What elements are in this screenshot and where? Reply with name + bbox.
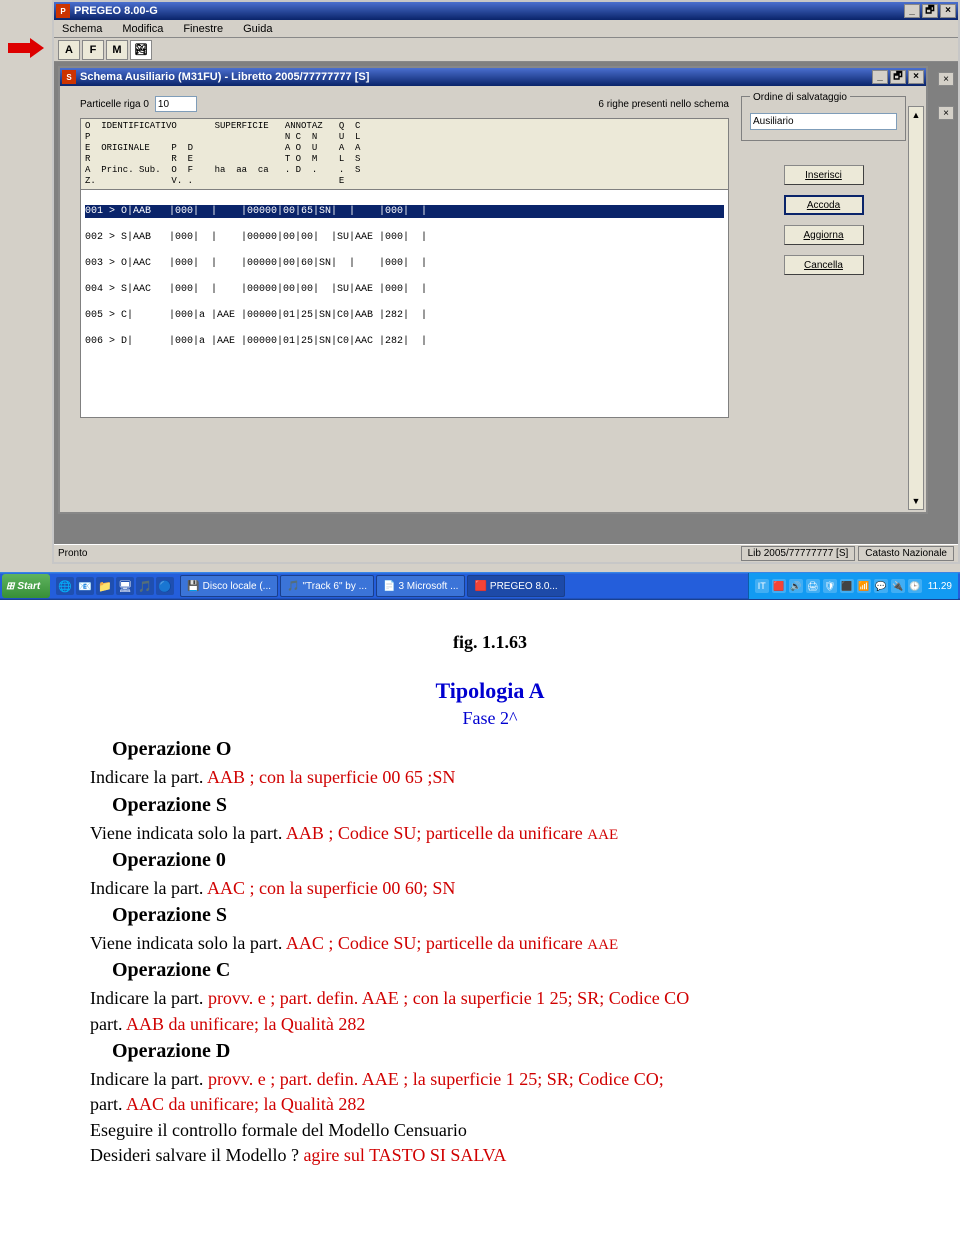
tray-4[interactable]: 🛡 [823, 579, 837, 593]
righe-note: 6 righe presenti nello schema [598, 99, 729, 110]
tray-1[interactable]: 🟥 [772, 579, 786, 593]
taskbar: ⊞ Start 🌐 📧 📁 🖥 🎵 🔵 💾Disco locale (... 🎵… [0, 572, 960, 600]
menubar: Schema Modifica Finestre Guida [54, 20, 958, 38]
tray-6[interactable]: 📶 [857, 579, 871, 593]
mdi-close-icon-2[interactable]: × [938, 106, 954, 120]
scroll-up-icon[interactable]: ▲ [909, 107, 923, 123]
app-titlebar: P PREGEO 8.00-G _ 🗗 × [54, 2, 958, 20]
child-title: Schema Ausiliario (M31FU) - Libretto 200… [80, 71, 369, 83]
document-body: fig. 1.1.63 Tipologia A Fase 2^ Operazio… [0, 600, 960, 1228]
ordine-input[interactable] [750, 113, 897, 130]
toolbar: A F M 🏞 [54, 38, 958, 62]
scrollbar[interactable]: ▲ ▼ [908, 106, 924, 510]
ql-6[interactable]: 🔵 [156, 577, 174, 595]
ql-3[interactable]: 📁 [96, 577, 114, 595]
grid-body: 001 > O|AAB |000| | |00000|00|65|SN| | |… [81, 190, 728, 376]
op-0-heading: Operazione 0 [112, 847, 890, 874]
ql-2[interactable]: 📧 [76, 577, 94, 595]
grid-row-1[interactable]: 001 > O|AAB |000| | |00000|00|65|SN| | |… [85, 205, 724, 218]
menu-guida[interactable]: Guida [239, 22, 276, 36]
child-body: Particelle riga 0 6 righe presenti nello… [60, 86, 926, 512]
op-d-heading: Operazione D [112, 1038, 890, 1065]
particelle-label: Particelle riga 0 [80, 99, 149, 110]
status-mid: Lib 2005/77777777 [S] [741, 546, 856, 561]
mdi-close-icon[interactable]: × [938, 72, 954, 86]
task-3[interactable]: 📄3 Microsoft ... [376, 575, 465, 597]
task-buttons: 💾Disco locale (... 🎵"Track 6" by ... 📄3 … [180, 575, 746, 597]
child-min[interactable]: _ [872, 70, 888, 84]
grid-row-4[interactable]: 004 > S|AAC |000| | |00000|00|00| |SU|AA… [85, 283, 724, 296]
status-left: Pronto [58, 548, 87, 559]
ql-1[interactable]: 🌐 [56, 577, 74, 595]
app-icon: P [56, 4, 70, 18]
op-c-heading: Operazione C [112, 957, 890, 984]
grid-row-5[interactable]: 005 > C| |000|a |AAE |00000|01|25|SN|C0|… [85, 309, 724, 322]
task-1[interactable]: 💾Disco locale (... [180, 575, 278, 597]
child-close[interactable]: × [908, 70, 924, 84]
fase-heading: Fase 2^ [90, 706, 890, 730]
statusbar: Pronto Lib 2005/77777777 [S] Catasto Naz… [54, 544, 958, 562]
close-button[interactable]: × [940, 4, 956, 18]
mdi-area: × × S Schema Ausiliario (M31FU) - Libret… [54, 62, 958, 544]
op-s2-heading: Operazione S [112, 902, 890, 929]
tray-8[interactable]: 🔌 [891, 579, 905, 593]
particelle-input[interactable] [155, 96, 197, 112]
child-icon: S [62, 70, 76, 84]
inserisci-button[interactable]: Inserisci [784, 165, 864, 185]
scroll-down-icon[interactable]: ▼ [909, 493, 923, 509]
start-button[interactable]: ⊞ Start [2, 574, 50, 598]
task-2[interactable]: 🎵"Track 6" by ... [280, 575, 374, 597]
tray-7[interactable]: 💬 [874, 579, 888, 593]
grid-row-3[interactable]: 003 > O|AAC |000| | |00000|00|60|SN| | |… [85, 257, 724, 270]
ordine-legend: Ordine di salvataggio [750, 92, 850, 103]
op-o-heading: Operazione O [112, 736, 890, 763]
figure-label: fig. 1.1.63 [90, 630, 890, 654]
callout-arrow [8, 38, 48, 58]
child-max[interactable]: 🗗 [890, 70, 906, 84]
menu-schema[interactable]: Schema [58, 22, 106, 36]
menu-finestre[interactable]: Finestre [179, 22, 227, 36]
child-window: S Schema Ausiliario (M31FU) - Libretto 2… [58, 66, 928, 514]
toolbar-image-icon[interactable]: 🏞 [130, 40, 152, 60]
footer-1: Eseguire il controllo formale del Modell… [90, 1118, 890, 1142]
ordine-fieldset: Ordine di salvataggio [741, 96, 906, 141]
tray-lang[interactable]: IT [755, 579, 769, 593]
data-grid[interactable]: O IDENTIFICATIVO SUPERFICIE ANNOTAZ Q C … [80, 118, 729, 418]
tipologia-heading: Tipologia A [90, 676, 890, 706]
mdi-extra-controls: × × [938, 72, 954, 120]
tray-2[interactable]: 🔊 [789, 579, 803, 593]
aggiorna-button[interactable]: Aggiorna [784, 225, 864, 245]
cancella-button[interactable]: Cancella [784, 255, 864, 275]
toolbar-f[interactable]: F [82, 40, 104, 60]
status-right: Catasto Nazionale [858, 546, 954, 561]
windows-icon: ⊞ [6, 581, 14, 592]
menu-modifica[interactable]: Modifica [118, 22, 167, 36]
tray-3[interactable]: 🖨 [806, 579, 820, 593]
desktop: P PREGEO 8.00-G _ 🗗 × Schema Modifica Fi… [0, 0, 960, 600]
grid-header: O IDENTIFICATIVO SUPERFICIE ANNOTAZ Q C … [81, 119, 728, 190]
grid-row-2[interactable]: 002 > S|AAB |000| | |00000|00|00| |SU|AA… [85, 231, 724, 244]
minimize-button[interactable]: _ [904, 4, 920, 18]
tray-clock[interactable]: 11.29 [928, 581, 952, 592]
app-window: P PREGEO 8.00-G _ 🗗 × Schema Modifica Fi… [52, 0, 960, 564]
quicklaunch: 🌐 📧 📁 🖥 🎵 🔵 [56, 577, 174, 595]
op-s1-heading: Operazione S [112, 792, 890, 819]
accoda-button[interactable]: Accoda [784, 195, 864, 215]
ql-4[interactable]: 🖥 [116, 577, 134, 595]
child-titlebar: S Schema Ausiliario (M31FU) - Libretto 2… [60, 68, 926, 86]
grid-row-6[interactable]: 006 > D| |000|a |AAE |00000|01|25|SN|C0|… [85, 335, 724, 348]
maximize-button[interactable]: 🗗 [922, 4, 938, 18]
app-title: PREGEO 8.00-G [74, 5, 158, 17]
toolbar-m[interactable]: M [106, 40, 128, 60]
tray-5[interactable]: ⬛ [840, 579, 854, 593]
ql-5[interactable]: 🎵 [136, 577, 154, 595]
system-tray: IT 🟥 🔊 🖨 🛡 ⬛ 📶 💬 🔌 🕒 11.29 [748, 573, 958, 599]
toolbar-a[interactable]: A [58, 40, 80, 60]
tray-9[interactable]: 🕒 [908, 579, 922, 593]
task-4[interactable]: 🟥PREGEO 8.0... [467, 575, 564, 597]
